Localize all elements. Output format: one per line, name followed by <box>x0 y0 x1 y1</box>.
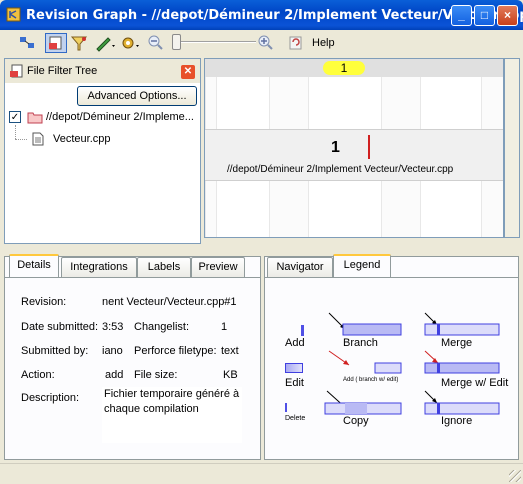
legend-add-branch-edit-label: Add ( branch w/ edit) <box>343 377 399 383</box>
minimize-button[interactable]: _ <box>451 5 472 26</box>
help-menu[interactable]: Help <box>312 37 335 49</box>
toolbar: Help <box>0 30 523 56</box>
action-value: add <box>105 369 124 381</box>
date-submitted-label: Date submitted: <box>21 321 99 333</box>
action-label: Action: <box>21 369 55 381</box>
layout-button[interactable] <box>16 33 38 53</box>
submitted-by-label: Submitted by: <box>21 345 89 357</box>
resize-grip[interactable] <box>509 470 521 482</box>
folder-checkbox[interactable]: ✓ <box>9 111 21 123</box>
legend-merge-label: Merge <box>441 337 473 349</box>
file-filter-toggle[interactable] <box>45 33 67 53</box>
tab-labels[interactable]: Labels <box>137 257 191 277</box>
refresh-icon <box>289 36 302 50</box>
tab-preview[interactable]: Preview <box>191 257 245 277</box>
zoom-out-icon <box>148 35 163 50</box>
ignore-legend-mark <box>424 390 500 415</box>
date-submitted-value: 3:53 <box>102 321 124 333</box>
zoom-slider-thumb[interactable] <box>172 34 181 50</box>
legend-branch-label: Branch <box>343 337 378 349</box>
refresh-button[interactable] <box>287 34 305 52</box>
zoom-in-button[interactable] <box>257 34 275 52</box>
gear-icon <box>122 37 139 49</box>
legend-panel: Navigator Legend Add Branch Merge Edit A… <box>264 254 519 460</box>
tab-integrations[interactable]: Integrations <box>61 257 137 277</box>
description-value[interactable]: Fichier temporaire généré à chaque compi… <box>102 387 242 443</box>
pencil-icon <box>96 37 115 52</box>
submitted-by-value: iano <box>102 345 123 357</box>
copy-legend-mark <box>324 390 402 415</box>
graph-layout-icon <box>20 37 34 48</box>
merge-edit-legend-mark <box>424 350 500 374</box>
revision-marker[interactable] <box>368 135 370 159</box>
revision-number[interactable]: 1 <box>331 139 340 157</box>
tree-file-label[interactable]: Vecteur.cpp <box>53 133 111 145</box>
tree-folder-label[interactable]: //depot/Démineur 2/Impleme... <box>46 111 194 123</box>
app-icon <box>6 7 21 22</box>
folder-icon <box>27 112 43 124</box>
tab-navigator[interactable]: Navigator <box>267 257 333 277</box>
delete-legend-mark <box>285 403 287 412</box>
advanced-options-button[interactable]: Advanced Options... <box>77 86 197 106</box>
tab-divider <box>5 277 260 278</box>
add-branch-edit-legend-mark <box>328 350 402 374</box>
zoom-in-icon <box>258 35 273 50</box>
revision-value: nent Vecteur/Vecteur.cpp#1 <box>102 296 237 308</box>
legend-ignore-label: Ignore <box>441 415 473 427</box>
legend-delete-label: Delete <box>285 415 306 422</box>
legend-add-label: Add <box>285 337 305 349</box>
branch-legend-mark <box>328 312 402 336</box>
tree-connector <box>15 125 16 139</box>
graph-vertical-scrollbar[interactable] <box>504 58 520 238</box>
tools-button[interactable] <box>119 33 141 53</box>
status-bar <box>0 463 523 484</box>
revision-label: Revision: <box>21 296 67 308</box>
tree-connector <box>15 139 27 140</box>
merge-legend-mark <box>424 312 500 336</box>
close-button[interactable]: × <box>497 5 518 26</box>
file-size-label: File size: <box>134 369 178 381</box>
zoom-out-button[interactable] <box>147 34 165 52</box>
revision-graph[interactable]: 1 1 //depot/Démineur 2/Implement Vecteur… <box>204 58 504 238</box>
filetype-label: Perforce filetype: <box>134 345 217 357</box>
tab-details[interactable]: Details <box>9 254 59 277</box>
file-filter-icon <box>49 36 62 50</box>
file-size-value: KB <box>223 369 238 381</box>
zoom-slider-track[interactable] <box>172 41 256 43</box>
file-filter-header: File Filter Tree ✕ <box>5 59 200 83</box>
file-filter-panel: File Filter Tree ✕ Advanced Options... ✓… <box>4 58 201 244</box>
title-bar[interactable]: Revision Graph - //depot/Démineur 2/Impl… <box>0 0 523 30</box>
file-filter-icon <box>10 64 23 78</box>
changelist-value: 1 <box>221 321 228 333</box>
edit-legend-mark <box>285 363 303 373</box>
tab-legend[interactable]: Legend <box>333 254 391 277</box>
tab-divider <box>265 277 518 278</box>
file-filter-title: File Filter Tree <box>27 65 98 77</box>
legend-edit-label: Edit <box>285 377 304 389</box>
changelist-label: Changelist: <box>134 321 190 333</box>
revision-column-header[interactable]: 1 <box>323 61 365 75</box>
file-icon <box>32 132 44 146</box>
highlight-button[interactable] <box>93 33 115 53</box>
revision-path: //depot/Démineur 2/Implement Vecteur/Vec… <box>227 164 454 175</box>
filter-button[interactable] <box>68 33 90 53</box>
legend-copy-label: Copy <box>343 415 369 427</box>
maximize-button[interactable]: □ <box>474 5 495 26</box>
close-panel-button[interactable]: ✕ <box>181 65 195 79</box>
add-legend-mark <box>301 325 304 336</box>
filetype-value: text <box>221 345 239 357</box>
description-label: Description: <box>21 392 80 404</box>
details-panel: Details Integrations Labels Preview Revi… <box>4 254 261 460</box>
funnel-icon <box>70 36 88 51</box>
window-title: Revision Graph - //depot/Démineur 2/Impl… <box>26 8 523 23</box>
